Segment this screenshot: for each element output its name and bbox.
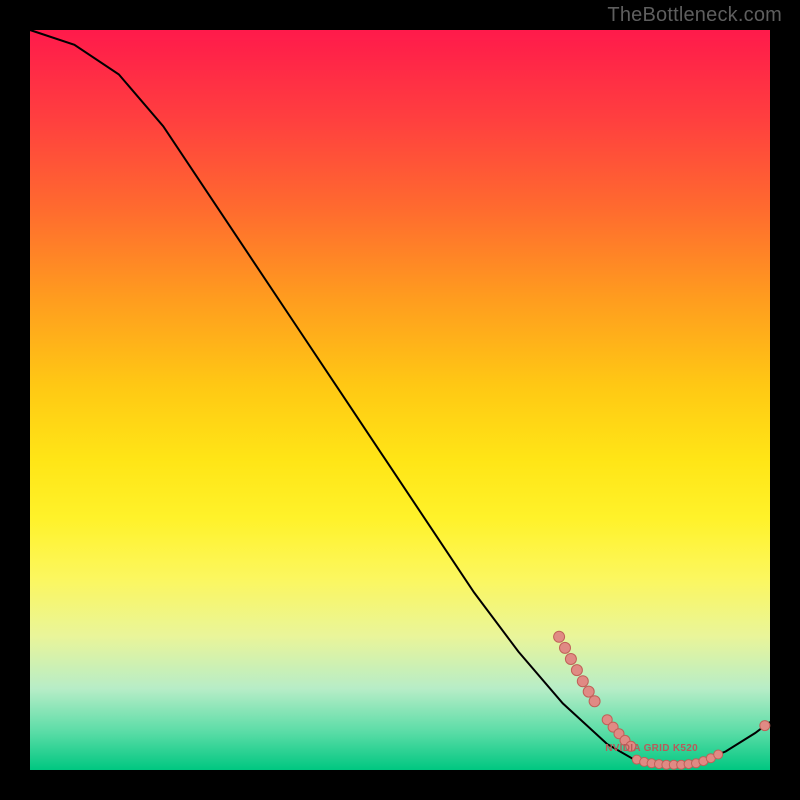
- chart-svg: NVIDIA GRID K520: [30, 30, 770, 770]
- chart-frame: TheBottleneck.com NVIDIA GRID K520: [0, 0, 800, 800]
- data-point: [589, 696, 600, 707]
- data-point: [571, 665, 582, 676]
- data-point: [565, 654, 576, 665]
- plot-area: NVIDIA GRID K520: [30, 30, 770, 770]
- data-point: [583, 686, 594, 697]
- labels-layer: NVIDIA GRID K520: [605, 743, 698, 754]
- data-point: [714, 750, 723, 759]
- curve-layer: [30, 30, 770, 766]
- data-point: [760, 721, 770, 731]
- data-point: [554, 631, 565, 642]
- attribution-text: TheBottleneck.com: [607, 4, 782, 27]
- data-point: [577, 676, 588, 687]
- series-label: NVIDIA GRID K520: [605, 743, 698, 754]
- data-point: [560, 642, 571, 653]
- bottleneck-curve: [30, 30, 770, 766]
